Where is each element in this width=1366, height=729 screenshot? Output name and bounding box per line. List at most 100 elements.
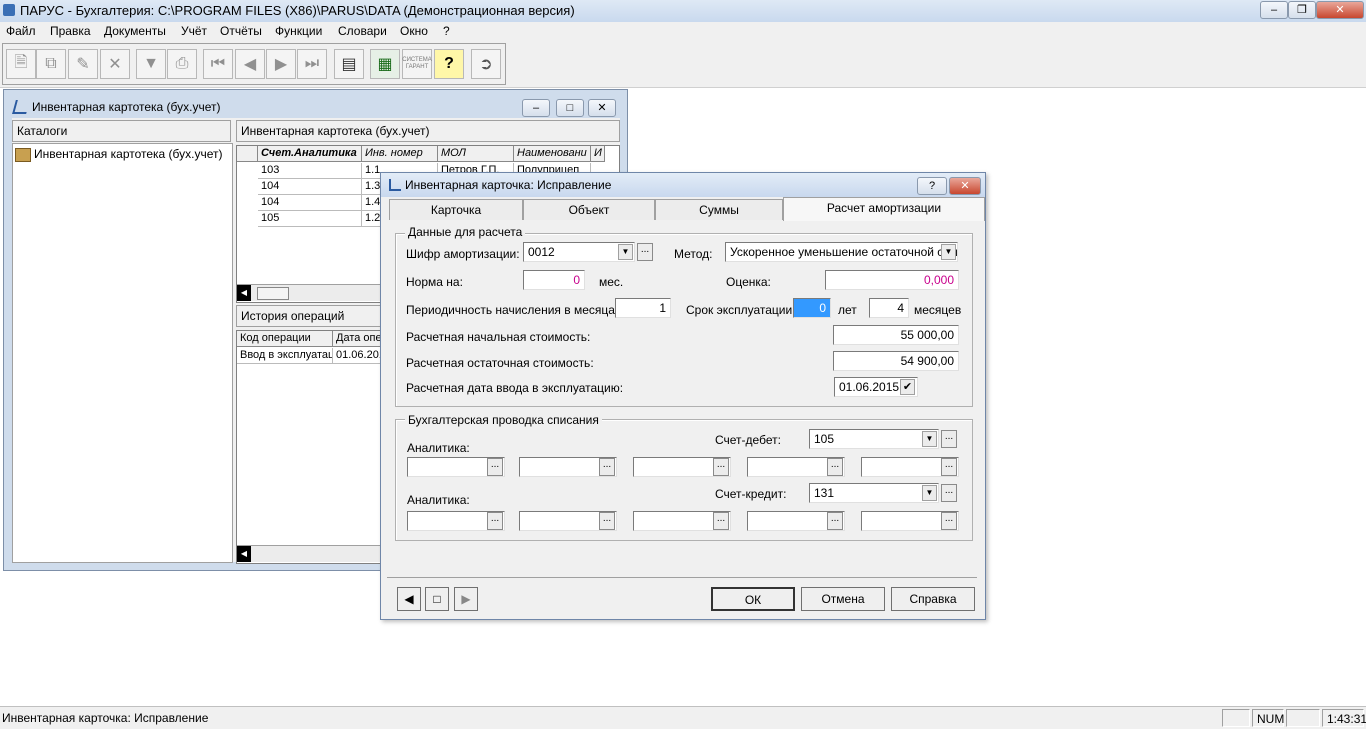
menu-reports[interactable]: Отчёты xyxy=(220,24,262,38)
initial-cost-label: Расчетная начальная стоимость: xyxy=(406,330,591,344)
amort-code-browse-button[interactable]: ... xyxy=(637,243,653,261)
menu-window[interactable]: Окно xyxy=(400,24,428,38)
first-record-icon[interactable]: ⏮ xyxy=(203,49,233,79)
next-record-button[interactable]: ▶ xyxy=(454,587,478,611)
estimate-field[interactable]: 0,000 xyxy=(825,270,959,290)
edit-icon[interactable]: ✎ xyxy=(68,49,98,79)
last-record-icon[interactable]: ⏭ xyxy=(297,49,327,79)
debit-analytics-3-browse[interactable]: ... xyxy=(713,458,729,476)
menu-edit[interactable]: Правка xyxy=(50,24,91,38)
new-document-icon[interactable]: □ xyxy=(425,587,449,611)
debit-browse-button[interactable]: ... xyxy=(941,430,957,448)
table-row[interactable]: 105 xyxy=(258,211,362,227)
table-row[interactable]: 104 xyxy=(258,195,362,211)
initial-cost-field[interactable]: 55 000,00 xyxy=(833,325,959,345)
previous-record-icon[interactable]: ◀ xyxy=(235,49,265,79)
previous-record-button[interactable]: ◀ xyxy=(397,587,421,611)
debit-analytics-5-browse[interactable]: ... xyxy=(941,458,957,476)
catalog-tree[interactable]: Инвентарная картотека (бух.учет) xyxy=(12,143,233,563)
analytics-label-credit: Аналитика: xyxy=(407,493,470,507)
tab-depreciation[interactable]: Расчет амортизации xyxy=(783,197,985,221)
table-row[interactable]: 104 xyxy=(258,179,362,195)
catalog-item[interactable]: Инвентарная картотека (бух.учет) xyxy=(34,147,223,161)
menu-help[interactable]: ? xyxy=(443,24,450,38)
new-document-icon[interactable]: 🗎 xyxy=(6,49,36,79)
status-clock: 1:43:31 xyxy=(1322,709,1366,727)
col-extra[interactable]: И xyxy=(591,146,605,162)
debit-field[interactable]: 105 xyxy=(809,429,939,449)
filter-icon[interactable]: ▼ xyxy=(136,49,166,79)
dialog-title: Инвентарная карточка: Исправление xyxy=(405,178,612,192)
print-icon[interactable]: ⎙ xyxy=(167,49,197,79)
method-field[interactable]: Ускоренное уменьшение остаточной стоимос… xyxy=(725,242,958,262)
app-logo-icon xyxy=(3,4,15,16)
tab-sums[interactable]: Суммы xyxy=(655,199,783,220)
scroll-left-icon[interactable]: ◀ xyxy=(237,546,251,562)
col-account[interactable]: Счет.Аналитика xyxy=(258,146,362,162)
help-icon[interactable]: ? xyxy=(434,49,464,79)
debit-analytics-2-browse[interactable]: ... xyxy=(599,458,615,476)
dialog-help-button[interactable]: ? xyxy=(917,177,947,195)
date-label: Расчетная дата ввода в эксплуатацию: xyxy=(406,381,624,395)
exit-icon[interactable]: ➲ xyxy=(471,49,501,79)
dialog-close-button[interactable]: ✕ xyxy=(949,177,981,195)
credit-analytics-1-browse[interactable]: ... xyxy=(487,512,503,530)
restore-button[interactable]: ❐ xyxy=(1288,1,1316,19)
child-minimize-button[interactable]: – xyxy=(522,99,550,117)
credit-analytics-3-browse[interactable]: ... xyxy=(713,512,729,530)
credit-analytics-5-browse[interactable]: ... xyxy=(941,512,957,530)
delete-icon[interactable]: ✕ xyxy=(100,49,130,79)
credit-browse-button[interactable]: ... xyxy=(941,484,957,502)
tab-card[interactable]: Карточка xyxy=(389,199,523,220)
col-name[interactable]: Наименовани xyxy=(514,146,591,162)
cancel-button[interactable]: Отмена xyxy=(801,587,885,611)
copy-icon[interactable]: ⧉ xyxy=(36,49,66,79)
next-record-icon[interactable]: ▶ xyxy=(266,49,296,79)
chevron-down-icon[interactable]: ▼ xyxy=(922,485,937,501)
menu-dictionaries[interactable]: Словари xyxy=(338,24,387,38)
minimize-button[interactable]: – xyxy=(1260,1,1288,19)
debit-analytics-1-browse[interactable]: ... xyxy=(487,458,503,476)
term-months-field[interactable]: 4 xyxy=(869,298,909,318)
residual-cost-field[interactable]: 54 900,00 xyxy=(833,351,959,371)
chevron-down-icon[interactable]: ▼ xyxy=(618,244,633,260)
status-bar: Инвентарная карточка: Исправление NUM 1:… xyxy=(0,706,1366,729)
date-check-icon[interactable]: ✔ xyxy=(900,379,915,395)
term-months-unit: месяцев xyxy=(914,303,962,317)
norm-field[interactable]: 0 xyxy=(523,270,585,290)
col-operation-code[interactable]: Код операции xyxy=(237,331,333,347)
list-header: Инвентарная картотека (бух.учет) xyxy=(236,120,620,142)
close-button[interactable]: ✕ xyxy=(1316,1,1364,19)
menu-documents[interactable]: Документы xyxy=(104,24,166,38)
credit-analytics-2-browse[interactable]: ... xyxy=(599,512,615,530)
scroll-thumb[interactable] xyxy=(257,287,289,300)
term-years-field[interactable]: 0 xyxy=(793,298,831,318)
term-label: Срок эксплуатации: xyxy=(686,303,796,317)
scroll-left-icon[interactable]: ◀ xyxy=(237,285,251,301)
ok-button[interactable]: ОК xyxy=(711,587,795,611)
menu-functions[interactable]: Функции xyxy=(275,24,322,38)
menu-accounting[interactable]: Учёт xyxy=(181,24,207,38)
table-row[interactable]: Ввод в эксплуатаци xyxy=(237,348,333,364)
garant-icon[interactable]: СИСТЕМА ГАРАНТ xyxy=(402,49,432,79)
main-title-bar: ПАРУС - Бухгалтерия: C:\PROGRAM FILES (X… xyxy=(0,0,1366,23)
report-icon[interactable]: ▤ xyxy=(334,49,364,79)
credit-analytics-4-browse[interactable]: ... xyxy=(827,512,843,530)
child-close-button[interactable]: ✕ xyxy=(588,99,616,117)
chevron-down-icon[interactable]: ▼ xyxy=(941,244,956,260)
period-field[interactable]: 1 xyxy=(615,298,671,318)
credit-field[interactable]: 131 xyxy=(809,483,939,503)
status-text: Инвентарная карточка: Исправление xyxy=(2,711,209,725)
debit-analytics-4-browse[interactable]: ... xyxy=(827,458,843,476)
child-window-title: Инвентарная картотека (бух.учет) xyxy=(32,100,221,114)
child-maximize-button[interactable]: □ xyxy=(556,99,584,117)
chevron-down-icon[interactable]: ▼ xyxy=(922,431,937,447)
dialog-icon xyxy=(389,179,401,191)
col-inv-number[interactable]: Инв. номер xyxy=(362,146,438,162)
menu-file[interactable]: Файл xyxy=(6,24,36,38)
col-mol[interactable]: МОЛ xyxy=(438,146,514,162)
tab-object[interactable]: Объект xyxy=(523,199,655,220)
calculator-icon[interactable]: ▦ xyxy=(370,49,400,79)
table-row[interactable]: 103 xyxy=(258,163,362,179)
help-button[interactable]: Справка xyxy=(891,587,975,611)
